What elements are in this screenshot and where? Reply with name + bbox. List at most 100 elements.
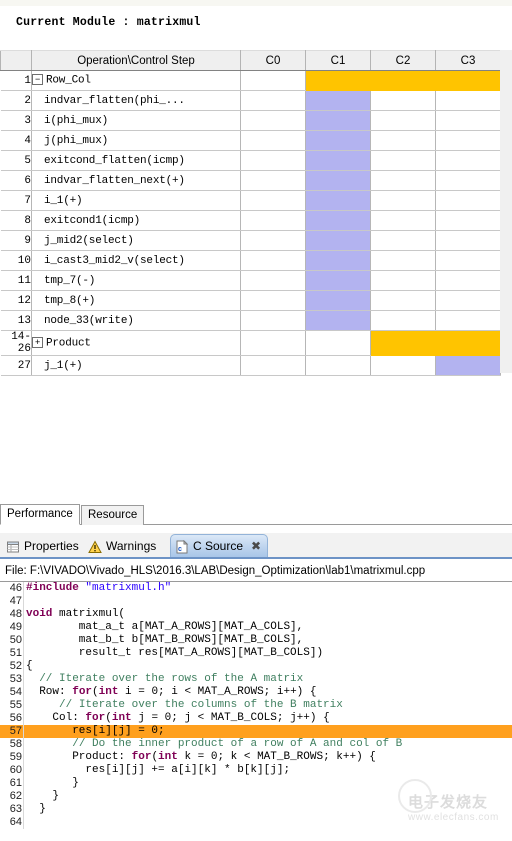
code-editor[interactable]: 46 #include "matrixmul.h" 47 48 void matrixm…: [0, 582, 512, 841]
table-row[interactable]: 9 j_mid2(select): [0, 230, 501, 251]
control-step-cell-c0[interactable]: [240, 150, 306, 171]
operation-cell[interactable]: tmp_7(-): [31, 270, 241, 291]
code-line[interactable]: 60 res[i][j] += a[i][k] * b[k][j];: [0, 764, 512, 777]
table-row[interactable]: 3 i(phi_mux): [0, 110, 501, 131]
table-row[interactable]: 14-26 + Product: [0, 330, 501, 356]
control-step-cell-c0[interactable]: [240, 210, 306, 231]
column-header-c3[interactable]: C3: [435, 50, 501, 71]
table-row[interactable]: 5 exitcond_flatten(icmp): [0, 150, 501, 171]
operation-cell[interactable]: tmp_8(+): [31, 290, 241, 311]
control-step-cell-c1[interactable]: [305, 90, 371, 111]
code-line[interactable]: 49 mat_a_t a[MAT_A_ROWS][MAT_A_COLS],: [0, 621, 512, 634]
control-step-cell-c2[interactable]: [370, 290, 436, 311]
operation-cell[interactable]: i_cast3_mid2_v(select): [31, 250, 241, 271]
control-step-cell-c1[interactable]: [305, 330, 371, 356]
control-step-cell-c2[interactable]: [370, 330, 436, 356]
table-row[interactable]: 13 node_33(write): [0, 310, 501, 331]
control-step-cell-c3[interactable]: [435, 170, 501, 191]
operation-cell[interactable]: − Row_Col: [31, 70, 241, 91]
control-step-cell-c1[interactable]: [305, 250, 371, 271]
control-step-cell-c2[interactable]: [370, 70, 436, 91]
tab-resource[interactable]: Resource: [81, 505, 145, 525]
code-line[interactable]: 56 Col: for(int j = 0; j < MAT_B_COLS; j…: [0, 712, 512, 725]
code-line[interactable]: 57 res[i][j] = 0;: [0, 725, 512, 738]
control-step-cell-c1[interactable]: [305, 110, 371, 131]
collapse-toggle-icon[interactable]: −: [32, 74, 43, 86]
table-row[interactable]: 2 indvar_flatten(phi_...: [0, 90, 501, 111]
control-step-cell-c1[interactable]: [305, 190, 371, 211]
control-step-cell-c3[interactable]: [435, 70, 501, 91]
expand-toggle-icon[interactable]: +: [32, 336, 43, 348]
control-step-cell-c1[interactable]: [305, 170, 371, 191]
control-step-cell-c0[interactable]: [240, 90, 306, 111]
control-step-cell-c1[interactable]: [305, 230, 371, 251]
table-row[interactable]: 12 tmp_8(+): [0, 290, 501, 311]
control-step-cell-c3[interactable]: [435, 130, 501, 151]
control-step-cell-c3[interactable]: [435, 110, 501, 131]
control-step-cell-c1[interactable]: [305, 355, 371, 376]
code-line[interactable]: 64: [0, 816, 512, 829]
column-header-c0[interactable]: C0: [240, 50, 306, 71]
column-header-operation[interactable]: Operation\Control Step: [31, 50, 241, 71]
operation-cell[interactable]: i_1(+): [31, 190, 241, 211]
code-line[interactable]: 55 // Iterate over the columns of the B …: [0, 699, 512, 712]
control-step-cell-c3[interactable]: [435, 290, 501, 311]
code-line[interactable]: 59 Product: for(int k = 0; k < MAT_B_ROW…: [0, 751, 512, 764]
table-row[interactable]: 7 i_1(+): [0, 190, 501, 211]
operation-cell[interactable]: exitcond_flatten(icmp): [31, 150, 241, 171]
control-step-cell-c2[interactable]: [370, 210, 436, 231]
operation-cell[interactable]: indvar_flatten(phi_...: [31, 90, 241, 111]
control-step-cell-c3[interactable]: [435, 210, 501, 231]
control-step-cell-c2[interactable]: [370, 130, 436, 151]
control-step-cell-c3[interactable]: [435, 190, 501, 211]
table-row[interactable]: 4 j(phi_mux): [0, 130, 501, 151]
table-row[interactable]: 1− Row_Col: [0, 70, 501, 91]
code-line[interactable]: 46 #include "matrixmul.h": [0, 582, 512, 595]
control-step-cell-c2[interactable]: [370, 250, 436, 271]
control-step-cell-c2[interactable]: [370, 190, 436, 211]
control-step-cell-c2[interactable]: [370, 110, 436, 131]
control-step-cell-c1[interactable]: [305, 270, 371, 291]
control-step-cell-c3[interactable]: [435, 90, 501, 111]
operation-cell[interactable]: node_33(write): [31, 310, 241, 331]
close-icon[interactable]: ✖: [251, 535, 261, 557]
table-row[interactable]: 8 exitcond1(icmp): [0, 210, 501, 231]
control-step-cell-c2[interactable]: [370, 90, 436, 111]
code-line[interactable]: 62 }: [0, 790, 512, 803]
control-step-cell-c1[interactable]: [305, 130, 371, 151]
control-step-cell-c1[interactable]: [305, 290, 371, 311]
column-header-index[interactable]: [0, 50, 32, 71]
control-step-cell-c0[interactable]: [240, 270, 306, 291]
control-step-cell-c3[interactable]: [435, 250, 501, 271]
tab-warnings[interactable]: Warnings: [84, 535, 162, 557]
control-step-cell-c3[interactable]: [435, 310, 501, 331]
code-line[interactable]: 50 mat_b_t b[MAT_B_ROWS][MAT_B_COLS],: [0, 634, 512, 647]
control-step-cell-c1[interactable]: [305, 210, 371, 231]
control-step-cell-c0[interactable]: [240, 130, 306, 151]
operation-cell[interactable]: exitcond1(icmp): [31, 210, 241, 231]
code-line[interactable]: 48 void matrixmul(: [0, 608, 512, 621]
code-line[interactable]: 61 }: [0, 777, 512, 790]
control-step-cell-c2[interactable]: [370, 310, 436, 331]
control-step-cell-c0[interactable]: [240, 330, 306, 356]
table-row[interactable]: 10 i_cast3_mid2_v(select): [0, 250, 501, 271]
tab-performance[interactable]: Performance: [0, 504, 80, 525]
control-step-cell-c1[interactable]: [305, 310, 371, 331]
control-step-cell-c2[interactable]: [370, 170, 436, 191]
code-line[interactable]: 47: [0, 595, 512, 608]
operation-cell[interactable]: j_mid2(select): [31, 230, 241, 251]
control-step-cell-c0[interactable]: [240, 290, 306, 311]
code-line[interactable]: 63 }: [0, 803, 512, 816]
operation-cell[interactable]: i(phi_mux): [31, 110, 241, 131]
operation-cell[interactable]: + Product: [31, 330, 241, 356]
control-step-cell-c0[interactable]: [240, 170, 306, 191]
code-line[interactable]: 53 // Iterate over the rows of the A mat…: [0, 673, 512, 686]
operation-cell[interactable]: j(phi_mux): [31, 130, 241, 151]
control-step-cell-c2[interactable]: [370, 150, 436, 171]
control-step-cell-c0[interactable]: [240, 230, 306, 251]
column-header-c2[interactable]: C2: [370, 50, 436, 71]
code-line[interactable]: 58 // Do the inner product of a row of A…: [0, 738, 512, 751]
table-row[interactable]: 27 j_1(+): [0, 355, 501, 376]
control-step-cell-c2[interactable]: [370, 355, 436, 376]
table-row[interactable]: 11 tmp_7(-): [0, 270, 501, 291]
